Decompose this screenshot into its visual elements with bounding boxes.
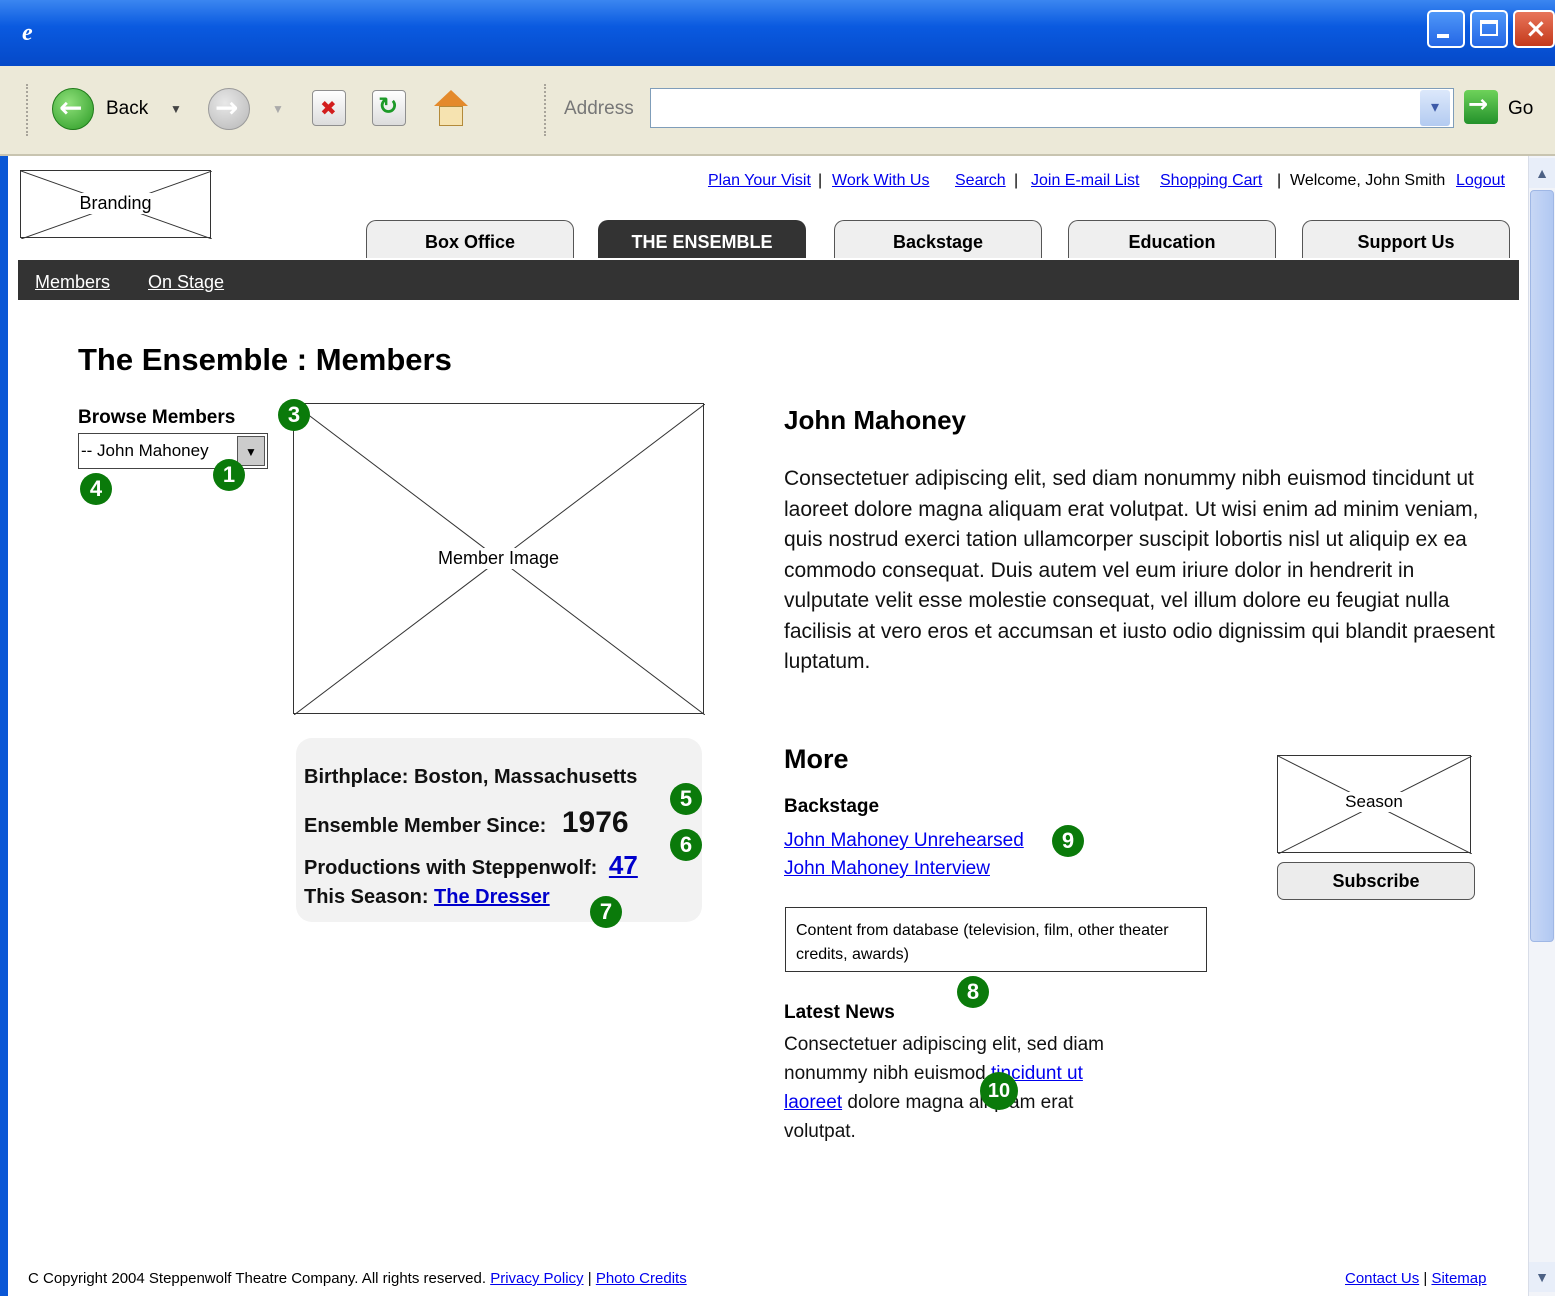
search-link[interactable]: Search <box>955 172 1006 190</box>
separator: | <box>1014 172 1019 189</box>
go-arrow-icon[interactable] <box>1464 90 1498 124</box>
annotation-badge-10: 10 <box>980 1072 1018 1110</box>
latest-news-text: Consectetuer adipiscing elit, sed diam n… <box>784 1030 1144 1146</box>
more-heading: More <box>784 744 849 774</box>
annotation-badge-3: 3 <box>278 399 310 431</box>
interview-link[interactable]: John Mahoney Interview <box>784 858 990 880</box>
select-dropdown-icon[interactable]: ▼ <box>237 436 265 466</box>
address-input[interactable] <box>650 88 1454 128</box>
ie-logo-icon: e <box>22 20 33 46</box>
window-title-bar <box>0 0 1555 66</box>
season-label: 29th Season <box>1318 792 1430 812</box>
footer-left: C Copyright 2004 Steppenwolf Theatre Com… <box>28 1270 687 1287</box>
annotation-badge-8: 8 <box>957 976 989 1008</box>
tab-education[interactable]: Education <box>1068 220 1276 258</box>
this-season-row: This Season: The Dresser <box>304 886 550 909</box>
tab-box-office[interactable]: Box Office <box>366 220 574 258</box>
member-since-value: 1976 <box>561 806 629 839</box>
back-arrow-icon[interactable] <box>52 88 94 130</box>
scroll-up-icon[interactable]: ▲ <box>1529 158 1555 188</box>
plan-visit-link[interactable]: Plan Your Visit <box>708 172 811 190</box>
branding-logo[interactable]: Branding <box>20 170 212 239</box>
home-icon[interactable] <box>430 88 470 128</box>
copyright-text: C Copyright 2004 Steppenwolf Theatre Com… <box>28 1270 487 1287</box>
forward-arrow-icon[interactable] <box>208 88 250 130</box>
separator: | <box>587 1270 596 1287</box>
scrollbar-thumb[interactable] <box>1530 190 1554 942</box>
privacy-policy-link[interactable]: Privacy Policy <box>490 1270 583 1287</box>
member-bio: Consectetuer adipiscing elit, sed diam n… <box>784 467 1495 673</box>
logout-link[interactable]: Logout <box>1456 172 1505 190</box>
subscribe-button[interactable]: Subscribe <box>1277 862 1475 900</box>
work-with-us-link[interactable]: Work With Us <box>832 172 929 190</box>
annotation-badge-9: 9 <box>1052 825 1084 857</box>
productions-label: Productions with Steppenwolf: <box>304 857 598 879</box>
back-button-label[interactable]: Back <box>106 98 148 120</box>
footer-right: Contact Us | Sitemap <box>1345 1270 1486 1287</box>
toolbar-grip <box>544 84 550 136</box>
subnav-members[interactable]: Members <box>35 272 110 293</box>
back-dropdown-icon[interactable]: ▼ <box>170 102 182 116</box>
separator: | <box>1277 172 1282 189</box>
annotation-badge-7: 7 <box>590 896 622 928</box>
browse-members-label: Browse Members <box>78 407 236 428</box>
refresh-icon[interactable] <box>372 90 406 126</box>
season-promo-image[interactable]: 29th Season <box>1277 755 1472 854</box>
shopping-cart-link[interactable]: Shopping Cart <box>1160 172 1262 190</box>
stop-icon[interactable] <box>312 90 346 126</box>
subnav-on-stage[interactable]: On Stage <box>148 272 224 293</box>
annotation-badge-6: 6 <box>670 829 702 861</box>
backstage-label: Backstage <box>784 796 880 817</box>
latest-news-label: Latest News <box>784 1002 895 1023</box>
member-image: Member Image <box>293 403 705 715</box>
forward-dropdown-icon[interactable]: ▼ <box>272 102 284 116</box>
member-select-value: -- John Mahoney <box>81 441 209 460</box>
tab-backstage[interactable]: Backstage <box>834 220 1042 258</box>
tab-support-us[interactable]: Support Us <box>1302 220 1510 258</box>
maximize-button[interactable] <box>1470 10 1508 48</box>
database-content-note: Content from database (television, film,… <box>785 907 1207 972</box>
sub-navigation <box>18 260 1519 300</box>
member-since-label: Ensemble Member Since: <box>304 815 547 837</box>
member-since-row: Ensemble Member Since: 1976 <box>304 806 629 840</box>
address-dropdown-icon[interactable]: ▾ <box>1420 90 1450 126</box>
annotation-badge-1: 1 <box>213 459 245 491</box>
close-window-button[interactable]: × <box>1513 10 1555 48</box>
welcome-text: Welcome, John Smith <box>1290 172 1446 189</box>
birthplace-text: Birthplace: Boston, Massachusetts <box>304 766 638 788</box>
photo-credits-link[interactable]: Photo Credits <box>596 1270 687 1287</box>
minimize-button[interactable] <box>1427 10 1465 48</box>
this-season-link[interactable]: The Dresser <box>434 886 550 908</box>
separator: | <box>818 172 823 189</box>
annotation-badge-5: 5 <box>670 783 702 815</box>
productions-row: Productions with Steppenwolf: 47 <box>304 850 638 881</box>
scroll-down-icon[interactable]: ▼ <box>1529 1262 1555 1292</box>
productions-count-link[interactable]: 47 <box>609 850 638 880</box>
page-title: The Ensemble : Members <box>78 342 452 377</box>
unrehearsed-link[interactable]: John Mahoney Unrehearsed <box>784 830 1024 852</box>
go-button-label[interactable]: Go <box>1508 98 1533 120</box>
annotation-badge-4: 4 <box>80 473 112 505</box>
member-name: John Mahoney <box>784 405 967 435</box>
tab-the-ensemble[interactable]: THE ENSEMBLE <box>598 220 806 258</box>
sitemap-link[interactable]: Sitemap <box>1431 1270 1486 1287</box>
address-label: Address <box>564 98 634 119</box>
this-season-label: This Season: <box>304 886 429 908</box>
contact-us-link[interactable]: Contact Us <box>1345 1270 1419 1287</box>
join-email-link[interactable]: Join E-mail List <box>1031 172 1139 190</box>
toolbar-grip <box>26 84 32 136</box>
page-viewport <box>8 156 1528 1296</box>
